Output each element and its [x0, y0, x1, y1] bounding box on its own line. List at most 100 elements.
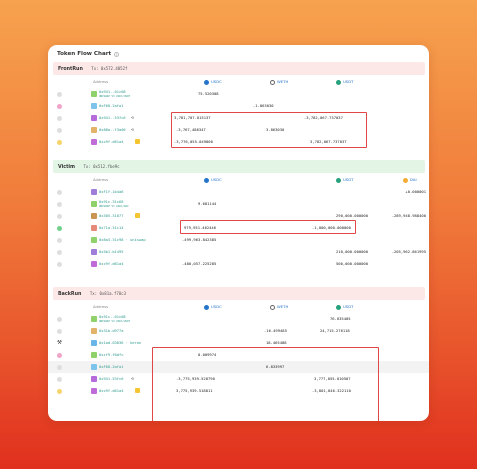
tx-hash[interactable]: Tx: 0x572.4052f — [91, 66, 127, 71]
address-label: UNISWAP V3 USDC/USDT — [99, 320, 131, 323]
dai-value: -205,962.861995 — [391, 249, 426, 254]
avatar — [91, 213, 97, 219]
pink-face-icon — [57, 103, 62, 109]
dai-icon — [403, 177, 408, 183]
table-row: 0x941..01c08 UNISWAP V3 USDC/USDT 75.520… — [48, 88, 429, 100]
avatar — [91, 388, 97, 394]
avatar — [91, 316, 97, 322]
highlight-box — [171, 112, 367, 148]
address-link[interactable]: 0xc9f.d61a4 — [99, 136, 123, 148]
avatar — [91, 340, 97, 346]
address-column-header: Address — [93, 79, 109, 84]
info-icon[interactable]: i — [114, 51, 120, 57]
status-dot — [57, 328, 62, 334]
column-header-row: Address USDC WETH USDT — [48, 301, 429, 313]
address-link[interactable]: 0x941.53fc6 — [99, 373, 123, 385]
card-title-text: Token Flow Chart — [57, 51, 112, 57]
status-dot — [57, 249, 62, 255]
warning-icon — [135, 213, 140, 218]
smiley-icon — [57, 225, 62, 231]
avatar — [91, 127, 97, 133]
address-column-header: Address — [93, 177, 109, 182]
hammer-icon: ⚒ — [57, 340, 62, 346]
table-row: 0x8a3.31c98 · uniswap -499,963.842385 — [48, 234, 429, 246]
highlight-box — [152, 347, 379, 421]
address-link[interactable]: 0x88a..f3a06 — [99, 124, 126, 136]
avatar — [91, 201, 97, 207]
column-header-row: Address USDC WETH USDT — [48, 76, 429, 88]
token-column-usdt: USDT — [336, 174, 353, 186]
avatar — [91, 189, 97, 195]
token-column-usdc: USDC — [204, 301, 222, 313]
status-dot — [57, 376, 62, 382]
status-dot — [57, 115, 62, 121]
status-dot — [57, 127, 62, 133]
section-name: FrontRun — [58, 67, 83, 72]
address-link[interactable]: 0xcf9.f0dfc — [99, 349, 123, 361]
link-icon[interactable]: ⟲ — [131, 373, 134, 385]
usdc-icon — [204, 79, 209, 85]
address-label: UNISWAP V3 USDC/USDT — [99, 95, 131, 98]
section-name: BackRun — [58, 292, 82, 297]
address-link[interactable]: 0xF1f.1b4a6 — [99, 186, 123, 198]
warning-icon — [135, 139, 140, 144]
status-dot — [57, 261, 62, 267]
table-row: 0x91c.31c68 UNISWAP V3 USDC/DAI 9.681144 — [48, 198, 429, 210]
column-header-row: Address USDC USDT DAI — [48, 174, 429, 186]
usdt-icon — [336, 177, 341, 183]
highlight-box — [180, 220, 356, 234]
avatar — [91, 364, 97, 370]
pink-face-icon — [57, 352, 62, 358]
usdc-value: 9.681144 — [198, 201, 217, 206]
token-column-weth: WETH — [270, 301, 288, 313]
section-name: Victim — [58, 165, 76, 170]
address-link[interactable]: 0x1ad.03836 · heron — [99, 337, 141, 349]
link-icon[interactable]: ⟲ — [131, 124, 134, 136]
token-column-usdt: USDT — [336, 76, 353, 88]
token-column-usdc: USDC — [204, 174, 222, 186]
link-icon[interactable]: ⟲ — [131, 112, 134, 124]
usdc-icon — [204, 304, 209, 310]
table-row: 0x5b1.b1495 210,000.000000 -205,962.8619… — [48, 246, 429, 258]
avatar — [91, 103, 97, 109]
tx-hash[interactable]: Tx: 0x81a.f78c3 — [90, 291, 126, 296]
smiley-icon — [57, 139, 62, 145]
status-dot — [57, 237, 62, 243]
address-link[interactable]: 0x31b.d977a — [99, 325, 123, 337]
weth-icon — [270, 79, 275, 85]
address-link[interactable]: 0xc9f.d61a4 — [99, 385, 123, 397]
address-link[interactable]: 0xF68.2afa1 — [99, 361, 123, 373]
usdt-value: 24,715.276118 — [320, 328, 350, 333]
address-column-header: Address — [93, 304, 109, 309]
dai-value: +0.000001 — [405, 189, 426, 194]
status-dot — [57, 213, 62, 219]
avatar — [91, 352, 97, 358]
address-link[interactable]: 0x5b1.b1495 — [99, 246, 123, 258]
usdc-value: 75.520308 — [198, 91, 219, 96]
token-column-usdt: USDT — [336, 301, 353, 313]
address-link[interactable]: 0xc9f.d61a4 — [99, 258, 123, 270]
usdt-value: 500,000.000000 — [336, 261, 369, 266]
address-link[interactable]: 0xF68.2afa1 — [99, 100, 123, 112]
token-flow-card: Token Flow Chart i FrontRun Tx: 0x572.40… — [48, 45, 429, 421]
warning-icon — [135, 388, 140, 393]
address-link[interactable]: 0x8a3.31c98 · uniswap — [99, 234, 146, 246]
avatar — [91, 91, 97, 97]
address-link[interactable]: 0x305.31077 — [99, 210, 123, 222]
weth-value: -1.863030 — [253, 103, 274, 108]
usdt-icon — [336, 79, 341, 85]
dai-value: -289,948.988400 — [391, 213, 426, 218]
address-link[interactable]: 0x941..53fc6 — [99, 112, 126, 124]
usdc-value: -499,963.842385 — [182, 237, 217, 242]
avatar — [91, 249, 97, 255]
table-row: 0xF68.2afa1 -1.863030 — [48, 100, 429, 112]
address-link[interactable]: 0x71a.31c14 — [99, 222, 123, 234]
tx-hash[interactable]: Tx: 0x512.fbe9c — [83, 164, 119, 169]
usdt-icon — [336, 304, 341, 310]
usdc-icon — [204, 177, 209, 183]
weth-icon — [270, 304, 275, 310]
frontrun-header: FrontRun Tx: 0x572.4052f — [53, 62, 425, 75]
avatar — [91, 328, 97, 334]
smiley-icon — [57, 388, 62, 394]
avatar — [91, 225, 97, 231]
